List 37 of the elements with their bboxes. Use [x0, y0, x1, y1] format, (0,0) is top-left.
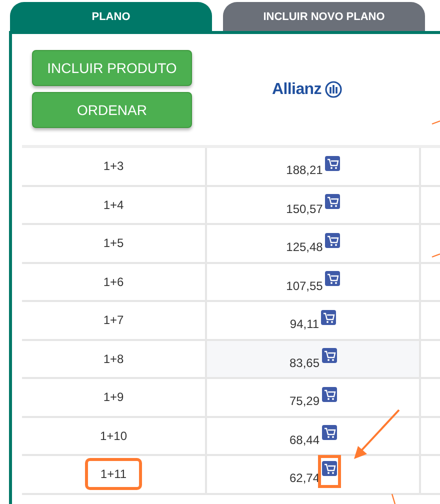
- plan-cell-text: 1+4: [102, 196, 125, 214]
- cart-icon[interactable]: [324, 156, 340, 171]
- plan-cell-text: 1+5: [102, 235, 125, 252]
- price-text: 68,44: [289, 432, 320, 447]
- tab[interactable]: INCLUIR NOVO PLANO: [223, 2, 425, 31]
- cart-icon[interactable]: [324, 232, 340, 248]
- price-text: 150,57: [286, 202, 323, 216]
- cart-icon[interactable]: [322, 460, 337, 476]
- cart-icon[interactable]: [321, 310, 336, 325]
- cart-icon[interactable]: [322, 348, 337, 364]
- price-text: 83,65: [289, 356, 320, 370]
- cart-icon[interactable]: [324, 194, 340, 210]
- cart-icon[interactable]: [322, 425, 337, 440]
- annotation-line: [432, 253, 440, 258]
- annotation-line: [392, 494, 396, 504]
- add-product-button[interactable]: INCLUIR PRODUTO: [32, 50, 192, 86]
- sort-button[interactable]: ORDENAR: [32, 92, 192, 128]
- logo-text: Allianz: [272, 80, 322, 98]
- arrow-annotation: [352, 408, 402, 462]
- price-text: 94,11: [290, 317, 320, 332]
- price-text: 75,29: [289, 394, 320, 408]
- price-text: 188,21: [286, 163, 323, 178]
- plan-cell: 1+11: [88, 461, 139, 488]
- annotation-line: [432, 120, 440, 125]
- plan-cell-text: 1+10: [98, 428, 128, 445]
- price-text: 107,55: [286, 278, 323, 293]
- logo-icon: [325, 81, 342, 98]
- cart-icon[interactable]: [322, 386, 337, 402]
- tab[interactable]: PLANO: [10, 2, 212, 31]
- price-text: 62,74: [289, 471, 320, 486]
- plan-cell-text: 1+8: [102, 350, 125, 368]
- plan-cell-text: 1+9: [102, 389, 125, 406]
- plan-cell-text: 1+7: [102, 312, 125, 330]
- plan-cell-text: 1+6: [102, 274, 125, 291]
- price-text: 125,48: [286, 240, 323, 254]
- plan-cell-text: 1+3: [102, 158, 125, 176]
- cart-icon[interactable]: [324, 271, 340, 286]
